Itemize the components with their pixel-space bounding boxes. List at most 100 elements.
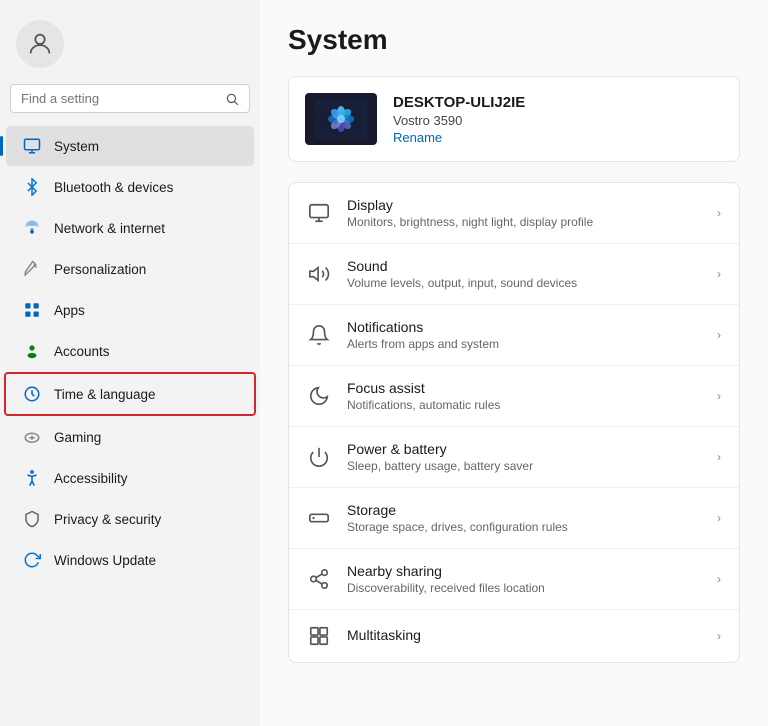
device-info: DESKTOP-ULIJ2IE Vostro 3590 Rename bbox=[393, 94, 525, 145]
notifications-label: Notifications bbox=[347, 319, 701, 335]
notifications-svg bbox=[308, 324, 330, 346]
nearby-label: Nearby sharing bbox=[347, 563, 701, 579]
sidebar-item-apps[interactable]: Apps bbox=[6, 290, 254, 330]
storage-text: Storage Storage space, drives, configura… bbox=[347, 502, 701, 534]
sidebar-item-accounts[interactable]: Accounts bbox=[6, 331, 254, 371]
sidebar-item-bluetooth[interactable]: Bluetooth & devices bbox=[6, 167, 254, 207]
sound-label: Sound bbox=[347, 258, 701, 274]
sidebar-label-time: Time & language bbox=[54, 387, 156, 402]
settings-item-power[interactable]: Power & battery Sleep, battery usage, ba… bbox=[289, 427, 739, 488]
settings-item-sound[interactable]: Sound Volume levels, output, input, soun… bbox=[289, 244, 739, 305]
sound-svg bbox=[308, 263, 330, 285]
time-svg bbox=[23, 385, 41, 403]
privacy-svg bbox=[23, 510, 41, 528]
sidebar-item-network[interactable]: Network & internet bbox=[6, 208, 254, 248]
storage-svg bbox=[308, 507, 330, 529]
device-rename-link[interactable]: Rename bbox=[393, 130, 525, 145]
personalization-svg bbox=[23, 260, 41, 278]
focus-svg bbox=[308, 385, 330, 407]
focus-icon bbox=[307, 384, 331, 408]
sound-text: Sound Volume levels, output, input, soun… bbox=[347, 258, 701, 290]
storage-label: Storage bbox=[347, 502, 701, 518]
nearby-icon bbox=[307, 567, 331, 591]
sidebar-label-accessibility: Accessibility bbox=[54, 471, 128, 486]
system-icon bbox=[22, 136, 42, 156]
sound-chevron: › bbox=[717, 267, 721, 281]
storage-chevron: › bbox=[717, 511, 721, 525]
page-title: System bbox=[288, 24, 740, 56]
settings-item-multitasking[interactable]: Multitasking › bbox=[289, 610, 739, 662]
main-content: System bbox=[260, 0, 768, 726]
gaming-svg bbox=[23, 428, 41, 446]
sidebar-label-personalization: Personalization bbox=[54, 262, 146, 277]
network-svg bbox=[23, 219, 41, 237]
sidebar-label-bluetooth: Bluetooth & devices bbox=[54, 180, 173, 195]
search-button[interactable] bbox=[225, 92, 239, 106]
notifications-chevron: › bbox=[717, 328, 721, 342]
multitasking-icon bbox=[307, 624, 331, 648]
sidebar-item-accessibility[interactable]: Accessibility bbox=[6, 458, 254, 498]
personalization-icon bbox=[22, 259, 42, 279]
device-card: DESKTOP-ULIJ2IE Vostro 3590 Rename bbox=[288, 76, 740, 162]
sound-desc: Volume levels, output, input, sound devi… bbox=[347, 276, 701, 290]
display-label: Display bbox=[347, 197, 701, 213]
multitasking-chevron: › bbox=[717, 629, 721, 643]
user-avatar[interactable] bbox=[16, 20, 64, 68]
update-icon bbox=[22, 550, 42, 570]
sidebar: System Bluetooth & devices Network & bbox=[0, 0, 260, 726]
nearby-text: Nearby sharing Discoverability, received… bbox=[347, 563, 701, 595]
privacy-icon bbox=[22, 509, 42, 529]
display-desc: Monitors, brightness, night light, displ… bbox=[347, 215, 701, 229]
sidebar-label-privacy: Privacy & security bbox=[54, 512, 161, 527]
focus-chevron: › bbox=[717, 389, 721, 403]
power-label: Power & battery bbox=[347, 441, 701, 457]
settings-item-storage[interactable]: Storage Storage space, drives, configura… bbox=[289, 488, 739, 549]
power-text: Power & battery Sleep, battery usage, ba… bbox=[347, 441, 701, 473]
notifications-icon bbox=[307, 323, 331, 347]
accessibility-svg bbox=[23, 469, 41, 487]
sidebar-item-privacy[interactable]: Privacy & security bbox=[6, 499, 254, 539]
settings-item-notifications[interactable]: Notifications Alerts from apps and syste… bbox=[289, 305, 739, 366]
apps-svg bbox=[23, 301, 41, 319]
nearby-chevron: › bbox=[717, 572, 721, 586]
bluetooth-svg bbox=[23, 178, 41, 196]
sidebar-label-system: System bbox=[54, 139, 99, 154]
time-icon bbox=[22, 384, 42, 404]
sidebar-item-personalization[interactable]: Personalization bbox=[6, 249, 254, 289]
power-desc: Sleep, battery usage, battery saver bbox=[347, 459, 701, 473]
sound-icon bbox=[307, 262, 331, 286]
sidebar-label-accounts: Accounts bbox=[54, 344, 110, 359]
multitasking-text: Multitasking bbox=[347, 627, 701, 645]
sidebar-label-update: Windows Update bbox=[54, 553, 156, 568]
power-chevron: › bbox=[717, 450, 721, 464]
sidebar-item-update[interactable]: Windows Update bbox=[6, 540, 254, 580]
multitasking-label: Multitasking bbox=[347, 627, 701, 643]
sidebar-item-gaming[interactable]: Gaming bbox=[6, 417, 254, 457]
apps-icon bbox=[22, 300, 42, 320]
search-icon bbox=[225, 92, 239, 106]
sidebar-item-system[interactable]: System bbox=[6, 126, 254, 166]
device-name: DESKTOP-ULIJ2IE bbox=[393, 94, 525, 111]
settings-item-nearby[interactable]: Nearby sharing Discoverability, received… bbox=[289, 549, 739, 610]
settings-item-display[interactable]: Display Monitors, brightness, night ligh… bbox=[289, 183, 739, 244]
nearby-desc: Discoverability, received files location bbox=[347, 581, 701, 595]
notifications-desc: Alerts from apps and system bbox=[347, 337, 701, 351]
bluetooth-icon bbox=[22, 177, 42, 197]
device-thumbnail bbox=[305, 93, 377, 145]
focus-text: Focus assist Notifications, automatic ru… bbox=[347, 380, 701, 412]
focus-label: Focus assist bbox=[347, 380, 701, 396]
focus-desc: Notifications, automatic rules bbox=[347, 398, 701, 412]
sidebar-label-network: Network & internet bbox=[54, 221, 165, 236]
notifications-text: Notifications Alerts from apps and syste… bbox=[347, 319, 701, 351]
search-box[interactable] bbox=[10, 84, 250, 113]
settings-item-focus[interactable]: Focus assist Notifications, automatic ru… bbox=[289, 366, 739, 427]
sidebar-label-apps: Apps bbox=[54, 303, 85, 318]
update-svg bbox=[23, 551, 41, 569]
sidebar-item-time[interactable]: Time & language bbox=[4, 372, 256, 416]
system-svg bbox=[23, 137, 41, 155]
windows-logo bbox=[315, 99, 367, 139]
gaming-icon bbox=[22, 427, 42, 447]
search-input[interactable] bbox=[21, 91, 217, 106]
power-svg bbox=[308, 446, 330, 468]
network-icon bbox=[22, 218, 42, 238]
